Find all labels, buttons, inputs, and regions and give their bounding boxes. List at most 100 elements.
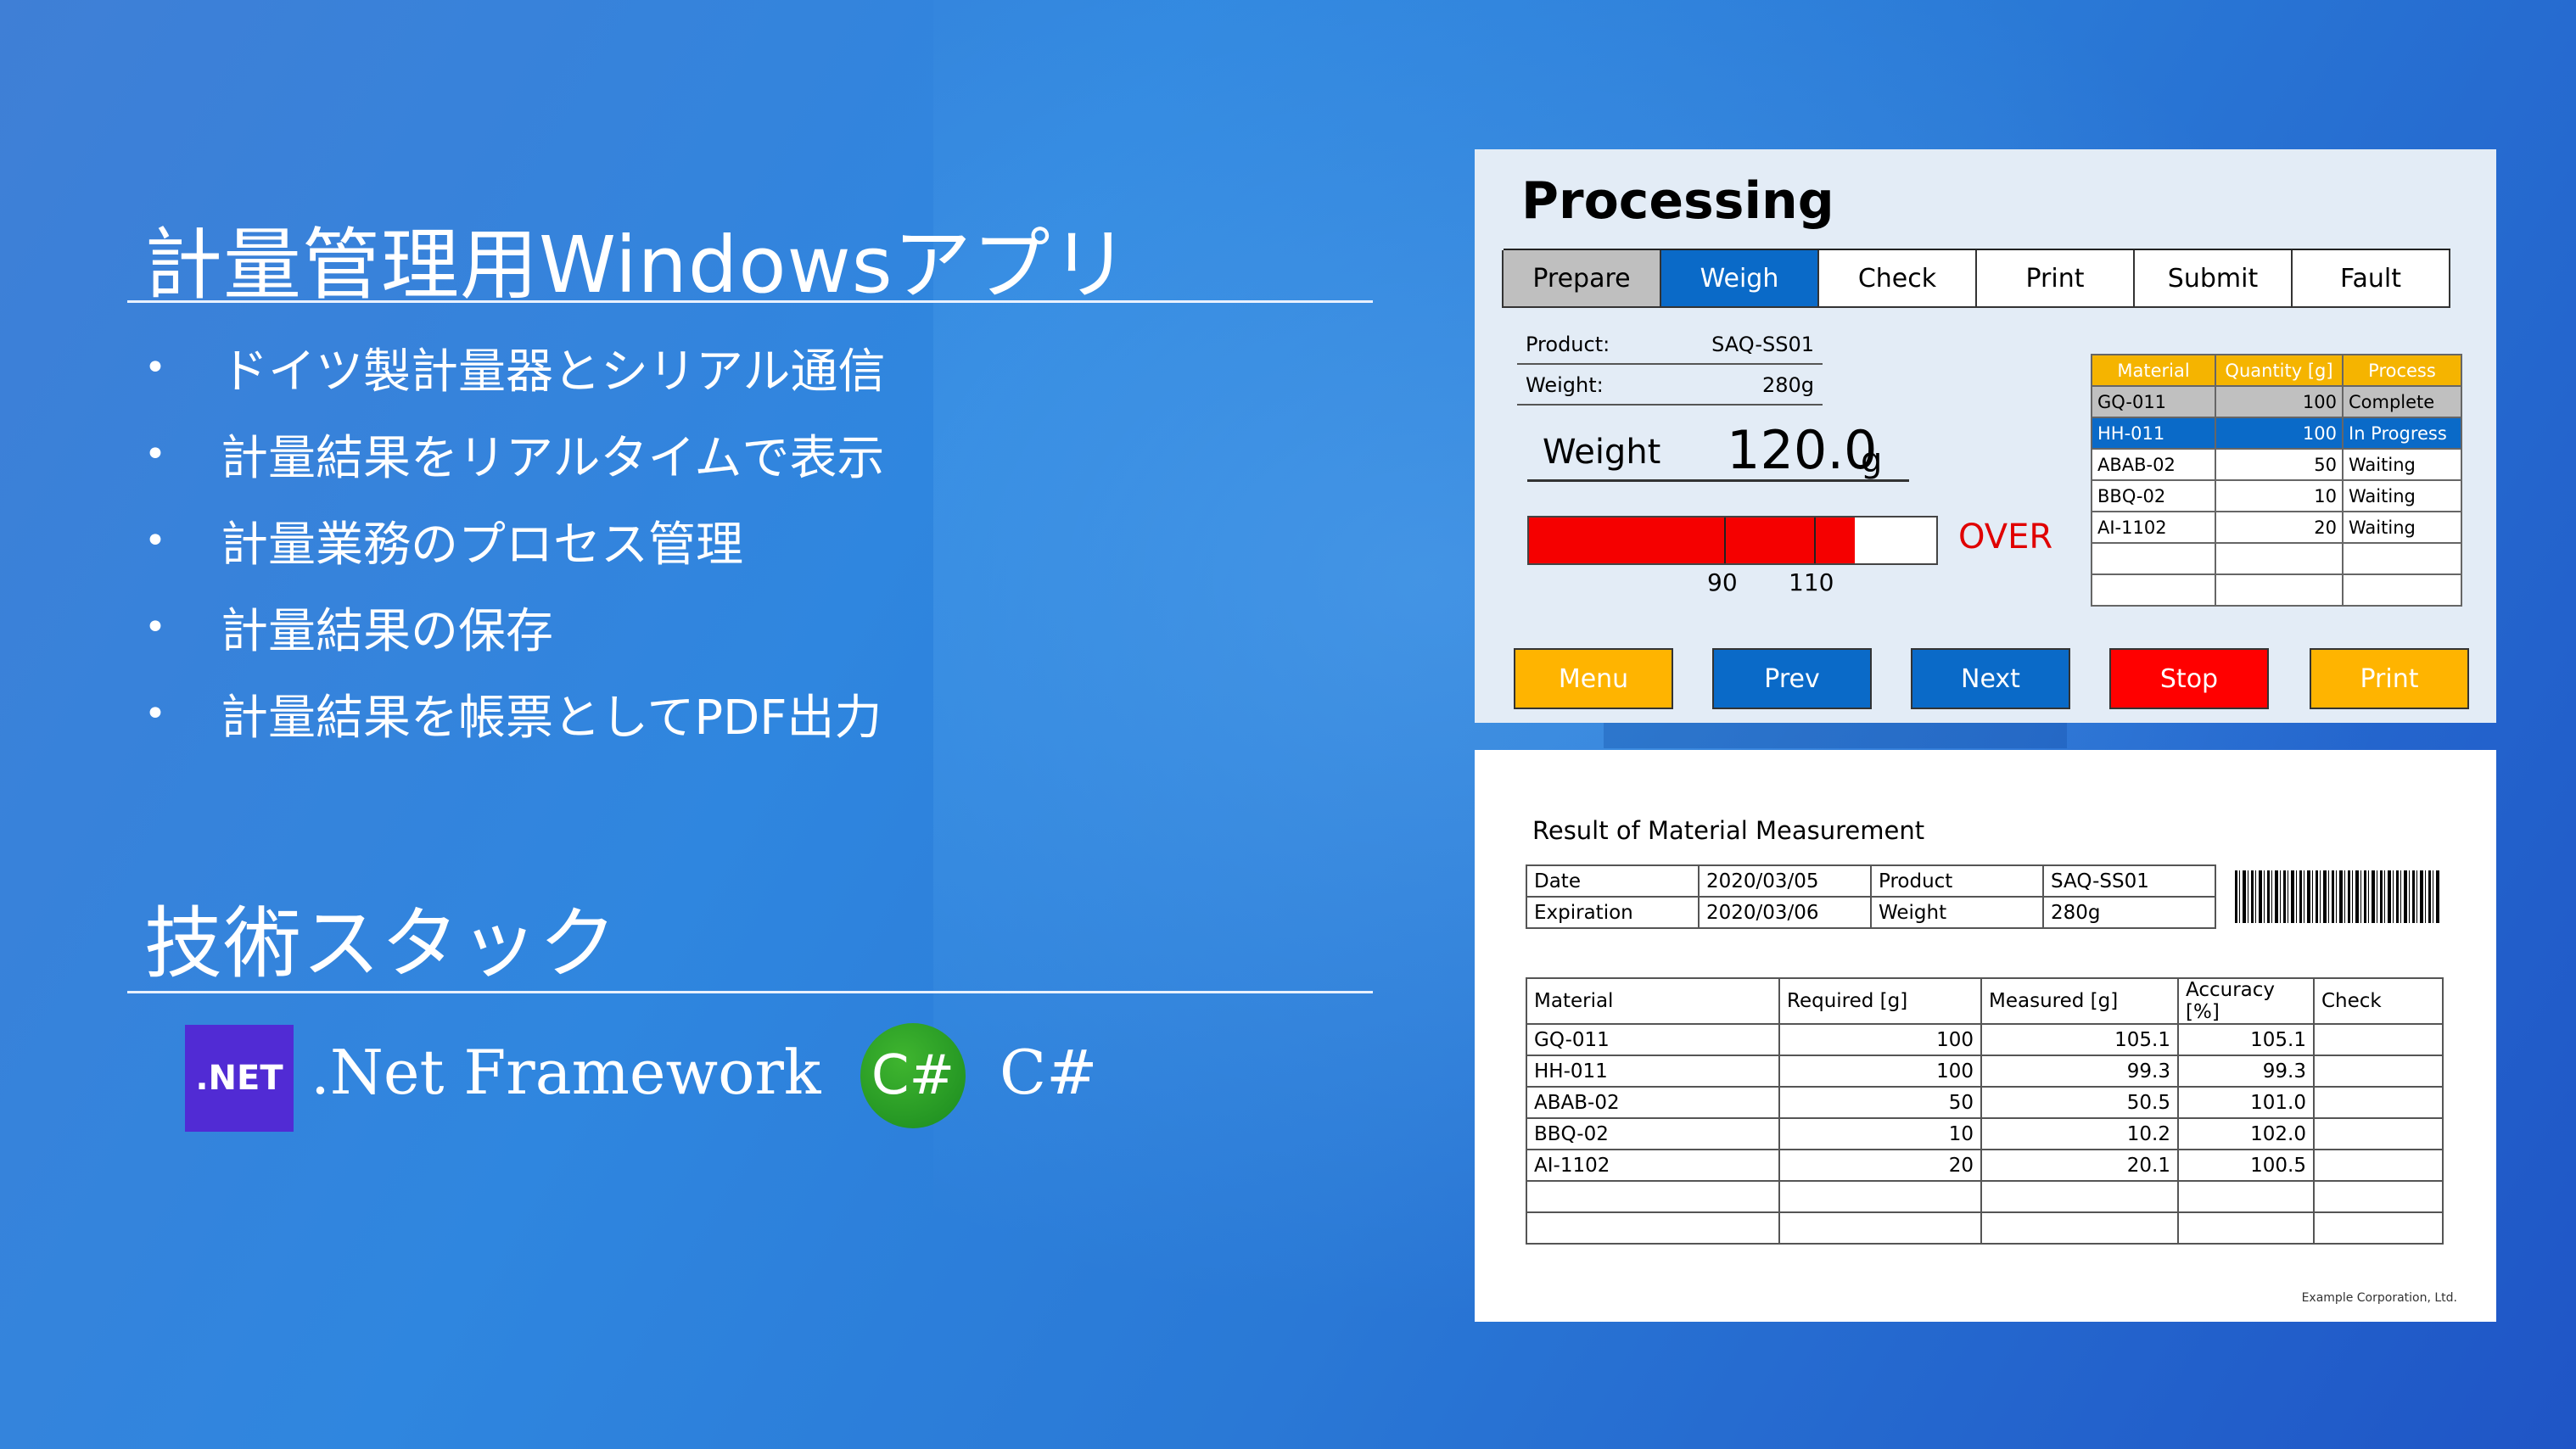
feature-text: 計量業務のプロセス管理 [221,517,743,573]
processing-window: Processing Prepare Weigh Check Print Submit F… [1475,149,2496,723]
process-table-row[interactable]: BBQ-02 10 Waiting [2091,479,2462,512]
measurement-cell [1778,1211,1982,1245]
measurement-cell: 100 [1778,1023,1982,1056]
report-header-cell: Weight [1870,896,2044,929]
report-header-table: Date 2020/03/05 Product SAQ-SS01 Expiration 2… [1526,864,2216,929]
process-table-cell: AI-1102 [2091,511,2216,544]
report-header-cell: 280g [2042,896,2216,929]
next-button[interactable]: Next [1911,648,2070,709]
measurement-row: GQ-011 100 105.1 105.1 [1526,1023,2444,1056]
prev-button[interactable]: Prev [1712,648,1872,709]
window-title: Processing [1521,171,1834,231]
process-table-row[interactable]: GQ-011 100 Complete [2091,385,2462,418]
measurement-cell: 105.1 [1980,1023,2179,1056]
measurement-header: Check [2313,977,2444,1025]
feature-item: • ドイツ製計量器とシリアル通信 [144,324,885,411]
tab-fault[interactable]: Fault [2291,250,2450,308]
report-header-row: Date 2020/03/05 Product SAQ-SS01 [1526,864,2216,898]
measurement-cell [1778,1180,1982,1213]
report-header-cell: 2020/03/06 [1698,896,1872,929]
process-table-cell [2215,573,2344,607]
bullet-dot: • [144,691,166,736]
measurement-cell: 101.0 [2177,1086,2315,1119]
gauge-max-mark [1814,518,1816,563]
tab-print[interactable]: Print [1975,250,2135,308]
process-table-row[interactable]: AI-1102 20 Waiting [2091,511,2462,544]
process-table-cell: HH-011 [2091,417,2216,450]
process-table-header: Material [2091,354,2216,387]
print-button[interactable]: Print [2310,648,2469,709]
current-weight-display: Weight 120.0 g [1527,416,1909,482]
measurement-cell [2177,1180,2315,1213]
product-label: Product: [1526,333,1610,356]
feature-item: • 計量結果を帳票としてPDF出力 [144,670,885,757]
measurement-header: Required [g] [1778,977,1982,1025]
csharp-label: C# [1000,1037,1098,1108]
process-table-cell: GQ-011 [2091,385,2216,418]
bullet-dot: • [144,432,166,476]
process-table-row[interactable] [2091,573,2462,607]
process-table-cell: Waiting [2342,448,2462,481]
stack-divider [127,991,1373,993]
measurement-cell [2313,1117,2444,1150]
process-table-cell: 100 [2215,385,2344,418]
measurement-cell: 99.3 [1980,1055,2179,1088]
weight-gauge [1527,516,1938,565]
pdf-report: Result of Material Measurement Date 2020/… [1475,750,2496,1322]
tab-submit[interactable]: Submit [2133,250,2293,308]
measurement-table: Material Required [g] Measured [g] Accuracy… [1526,977,2444,1245]
tab-check[interactable]: Check [1817,250,1977,308]
process-table-cell [2342,542,2462,575]
report-header-cell: SAQ-SS01 [2042,864,2216,898]
measurement-cell: ABAB-02 [1526,1086,1780,1119]
process-table-row[interactable] [2091,542,2462,575]
report-header-cell: 2020/03/05 [1698,864,1872,898]
report-header-cell: Date [1526,864,1700,898]
measurement-cell: 20 [1778,1149,1982,1182]
report-header-cell: Product [1870,864,2044,898]
current-weight-label: Weight [1543,433,1661,472]
measurement-header: Accuracy [%] [2177,977,2315,1025]
measurement-cell [1980,1211,2179,1245]
stack-title: 技術スタック [144,898,619,989]
gauge-min-label: 90 [1707,568,1738,596]
process-table-row[interactable]: HH-011 100 In Progress [2091,417,2462,450]
current-weight-unit: g [1861,441,1883,480]
measurement-cell [2313,1055,2444,1088]
measurement-cell: 105.1 [2177,1023,2315,1056]
tab-weigh[interactable]: Weigh [1660,250,1819,308]
process-table-cell: 50 [2215,448,2344,481]
feature-item: • 計量結果をリアルタイムで表示 [144,411,885,497]
menu-button[interactable]: Menu [1514,648,1673,709]
measurement-cell: 99.3 [2177,1055,2315,1088]
window-shadow [1604,723,2067,748]
feature-text: 計量結果を帳票としてPDF出力 [221,690,882,746]
process-table: Material Quantity [g] Process GQ-011 100 Comp… [2091,354,2462,607]
feature-text: 計量結果の保存 [221,603,553,659]
process-table-cell: 10 [2215,479,2344,512]
measurement-row [1526,1211,2444,1245]
feature-item: • 計量結果の保存 [144,584,885,670]
measurement-cell: 10.2 [1980,1117,2179,1150]
measurement-cell [2313,1149,2444,1182]
measurement-cell: 20.1 [1980,1149,2179,1182]
stop-button[interactable]: Stop [2109,648,2269,709]
process-table-row[interactable]: ABAB-02 50 Waiting [2091,448,2462,481]
measurement-cell [2313,1086,2444,1119]
measurement-cell: HH-011 [1526,1055,1780,1088]
measurement-cell: 50 [1778,1086,1982,1119]
process-table-cell: In Progress [2342,417,2462,450]
measurement-cell [1526,1211,1780,1245]
measurement-cell: 10 [1778,1117,1982,1150]
process-table-cell: 100 [2215,417,2344,450]
measurement-cell: BBQ-02 [1526,1117,1780,1150]
process-table-cell: ABAB-02 [2091,448,2216,481]
process-table-cell: BBQ-02 [2091,479,2216,512]
measurement-header: Measured [g] [1980,977,2179,1025]
process-table-cell [2091,573,2216,607]
process-table-header: Quantity [g] [2215,354,2344,387]
gauge-max-label: 110 [1789,568,1834,596]
tab-prepare[interactable]: Prepare [1502,250,1661,308]
bullet-dot: • [144,605,166,649]
measurement-row: HH-011 100 99.3 99.3 [1526,1055,2444,1088]
